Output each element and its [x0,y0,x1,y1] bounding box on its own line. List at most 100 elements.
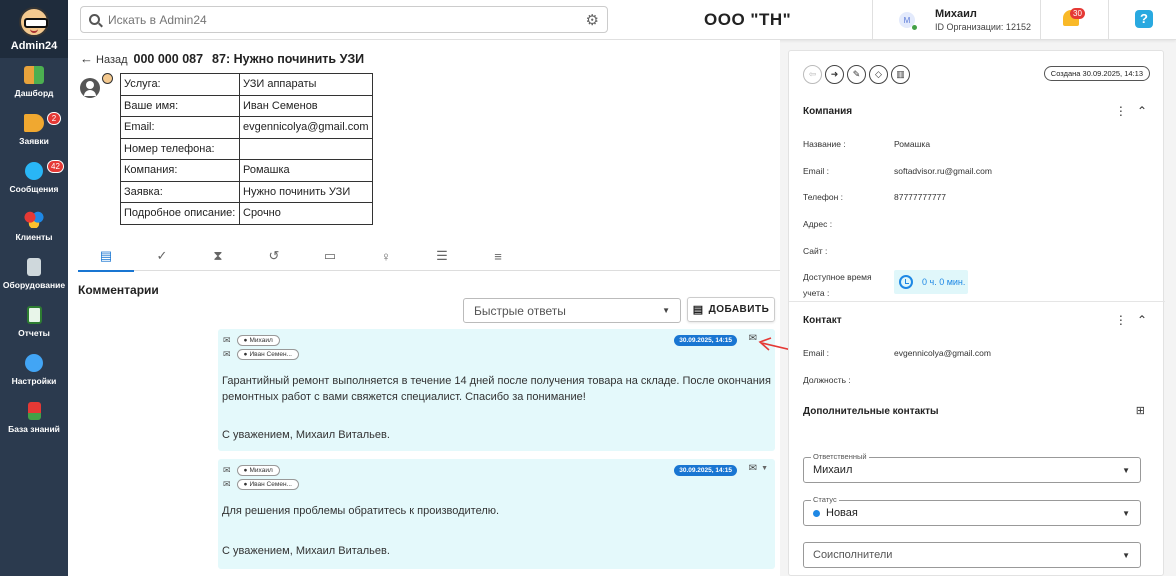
company-site-label: Сайт : [803,246,828,256]
sidebar-item-label: Оборудование [2,280,66,290]
sidebar-item-reports[interactable]: Отчеты [0,298,68,346]
status-value: Новая [813,507,858,519]
help-icon: ? [1135,10,1153,28]
hourglass-icon: ⧗ [213,248,223,263]
details-panel: ⇦ ➜ ✎ ◇ ▥ Создана 30.09.2025, 14:13 Комп… [788,50,1165,576]
tab-notes[interactable]: ≡ [470,241,526,271]
company-section-title: Компания [803,106,853,117]
checklist-icon: ☰ [436,248,448,263]
available-time-label-line: Доступное время [803,272,872,282]
user-menu[interactable]: М Михаил ID Организации: 12152 [872,0,1040,40]
quick-replies-select[interactable]: Быстрые ответы ▼ [463,298,681,323]
back-button[interactable]: ← Назад [80,51,128,66]
comment-line: Гарантийный ремонт выполняется в течение… [222,375,771,387]
field-key: Подробное описание: [120,202,240,225]
author-chip[interactable]: ● Михаил [236,465,280,476]
forward-button[interactable]: ➜ [825,65,844,84]
responsible-legend: Ответственный [811,452,869,461]
sidebar-item-equipment[interactable]: Оборудование [0,250,68,298]
mail-in-icon: ✉ [223,349,231,359]
envelope-icon[interactable]: ✉ [749,463,757,474]
contact-position-label: Должность : [803,375,851,385]
tab-time[interactable]: ⧗ [190,241,246,271]
tab-equipment[interactable]: ▭ [302,241,358,271]
status-text: Новая [826,507,858,519]
field-key: Заявка: [120,180,240,203]
chevron-up-icon[interactable]: ⌃ [1137,313,1147,327]
company-section-tools: ⋮ ⌃ [1115,104,1147,118]
device-icon: ▭ [323,248,337,263]
add-contact-icon[interactable]: ⊞ [1136,404,1145,417]
company-email-value: softadvisor.ru@gmail.com [894,166,992,176]
field-value: evgennicolya@gmail.com [239,116,373,139]
user-avatar: М [899,12,917,30]
add-button-label: ДОБАВИТЬ [708,304,770,315]
comment-signature: С уважением, Михаил Витальев. [222,545,390,557]
sidebar-item-settings[interactable]: Настройки [0,346,68,394]
extra-contacts-title: Дополнительные контакты [803,406,939,417]
comment-text: Для решения проблемы обратитесь к произв… [222,505,500,517]
add-comment-button[interactable]: ▤ ДОБАВИТЬ [687,297,775,322]
contact-section-title: Контакт [803,315,842,326]
ticket-header: ← Назад 000 000 087 87: Нужно починить УЗ… [80,51,364,66]
megaphone-icon [24,114,44,132]
pencil-icon: ✎ [852,69,861,79]
recipient-chip[interactable]: ● Иван Семен... [236,479,299,490]
comment-line: ремонтных работ с вами свяжется специали… [222,391,586,403]
sidebar-item-label: Заявки [19,136,49,146]
field-key: Email: [120,116,240,139]
tab-tasks[interactable]: ✓ [134,241,190,271]
sidebar-item-label: Клиенты [15,232,53,242]
person-icon: ● [243,467,248,474]
tab-history[interactable]: ↺ [246,241,302,271]
history-icon: ↺ [268,248,280,263]
author-chip[interactable]: ● Михаил [236,335,280,346]
sidebar-item-messages[interactable]: Сообщения 42 [0,154,68,202]
sidebar: Admin24 Дашборд Заявки 2 Сообщения 42 Кл… [0,0,68,576]
status-select[interactable]: Статус Новая ▼ [803,495,1141,526]
sidebar-item-knowledge-base[interactable]: База знаний [0,394,68,442]
edit-button[interactable]: ✎ [847,65,866,84]
field-value [239,137,373,160]
help-button[interactable]: ? [1108,0,1176,40]
mail-in-icon: ✉ [223,479,231,489]
sidebar-item-dashboard[interactable]: Дашборд [0,58,68,106]
messages-badge: 42 [47,160,64,173]
forward-icon: ➜ [830,69,839,79]
more-vertical-icon[interactable]: ⋮ [1115,104,1127,118]
search-settings-gear-icon[interactable]: ⚙ [586,11,599,29]
app-logo[interactable]: Admin24 [0,0,68,58]
search-input[interactable] [108,12,586,27]
mail-out-icon: ✉ [223,465,231,475]
caret-down-icon: ▼ [1122,551,1130,560]
tab-ideas[interactable]: ♀ [358,241,414,271]
check-circle-icon: ✓ [156,248,168,263]
sidebar-item-requests[interactable]: Заявки 2 [0,106,68,154]
status-dot-icon [813,509,820,517]
sidebar-item-label: Сообщения [9,184,59,194]
comment-icon: ▤ [99,248,113,263]
chat-icon [25,162,43,180]
coexecutors-select[interactable]: Соисполнители ▼ [803,542,1141,568]
delete-button[interactable]: ▥ [891,65,910,84]
tab-checklist[interactable]: ☰ [414,241,470,271]
responsible-select[interactable]: Ответственный Михаил ▼ [803,452,1141,483]
chevron-up-icon[interactable]: ⌃ [1137,104,1147,118]
merge-button[interactable]: ⇦ [803,65,822,84]
more-vertical-icon[interactable]: ⋮ [1115,313,1127,327]
ticket-main: ← Назад 000 000 087 87: Нужно починить УЗ… [68,40,780,576]
equipment-icon [27,258,41,276]
notifications-badge: 30 [1070,8,1085,19]
field-key: Компания: [120,159,240,182]
caret-down-icon[interactable]: ▼ [761,465,768,472]
field-value: Иван Семенов [239,94,373,117]
search-icon [89,14,100,25]
notifications-button[interactable]: 30 [1040,0,1108,40]
recipient-chip[interactable]: ● Иван Семен... [236,349,299,360]
sidebar-item-clients[interactable]: Клиенты [0,202,68,250]
tab-comments[interactable]: ▤ [78,241,134,272]
recipient-name: Иван Семен... [249,351,292,358]
field-value: Ромашка [239,159,373,182]
table-row: Email: evgennicolya@gmail.com [120,116,373,139]
tag-button[interactable]: ◇ [869,65,888,84]
